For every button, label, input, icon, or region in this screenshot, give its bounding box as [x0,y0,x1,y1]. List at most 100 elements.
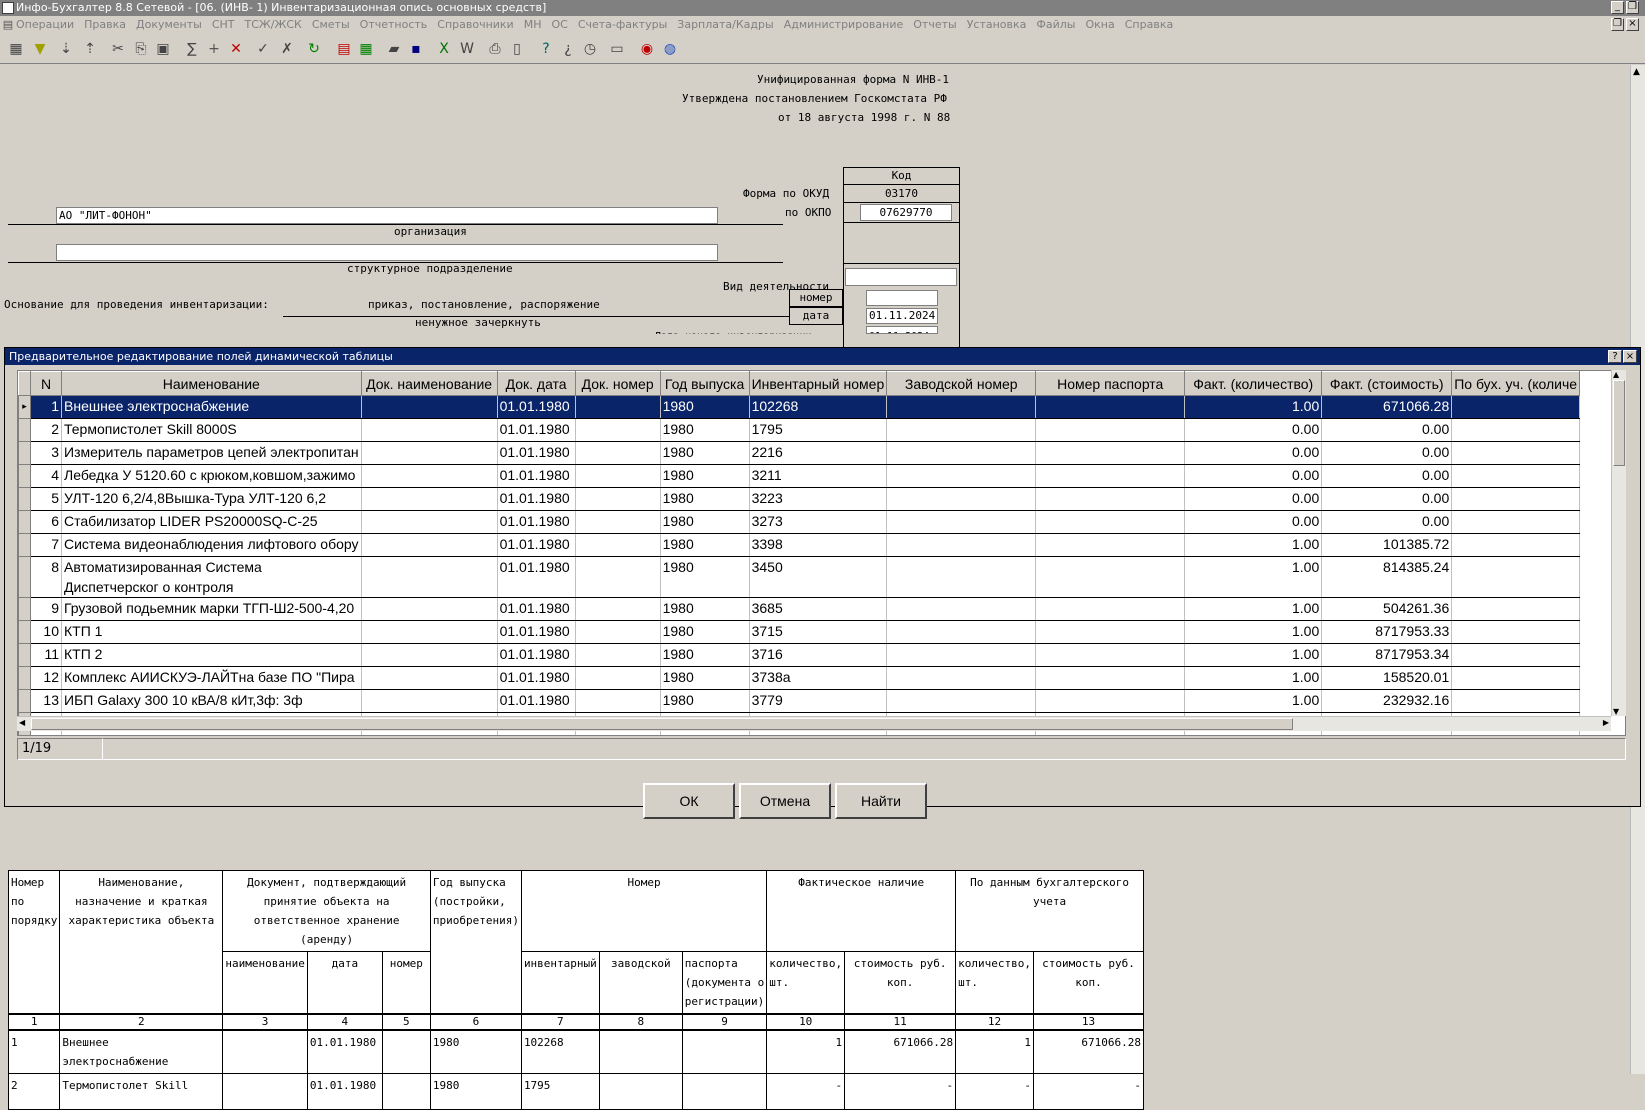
cell-factory[interactable] [886,487,1037,511]
cell-doc_date[interactable]: 01.01.1980 [497,487,576,511]
cell-doc_date[interactable]: 01.01.1980 [497,395,576,419]
menu-item-14[interactable]: Установка [967,16,1027,34]
excel-icon[interactable]: X [434,39,454,59]
cell-name[interactable]: ИБП Galaxy 300 10 кВА/8 кИт,3ф: 3ф [61,689,362,713]
cell-factory[interactable] [886,395,1037,419]
word-icon[interactable]: W [457,39,477,59]
cell-qty[interactable]: 1.00 [1184,689,1323,713]
paste-icon[interactable]: ▣ [153,39,173,59]
cell-passport[interactable] [1035,441,1186,465]
cell-doc_name[interactable] [361,418,498,442]
cell-acc[interactable] [1451,689,1581,713]
row-indicator[interactable] [18,441,31,465]
menu-item-4[interactable]: ТСЖ/ЖСК [245,16,302,34]
cell-doc_num[interactable] [575,556,661,598]
cell-year[interactable]: 1980 [660,597,750,621]
menu-item-17[interactable]: Справка [1125,16,1173,34]
row-indicator[interactable] [18,487,31,511]
cell-qty[interactable]: 1.00 [1184,620,1323,644]
cell-doc_date[interactable]: 01.01.1980 [497,418,576,442]
cell-n[interactable]: 5 [30,487,62,511]
cell-year[interactable]: 1980 [660,689,750,713]
mark-icon[interactable]: ✓ [253,39,273,59]
grid-row[interactable]: 4 Лебедка У 5120.60 с крюком,ковшом,зажим… [18,464,1581,488]
grid-scroll-left-icon[interactable]: ◀ [19,718,25,727]
cell-doc_name[interactable] [361,395,498,419]
close-button[interactable]: × [1623,350,1637,363]
menu-item-10[interactable]: Счета-фактуры [578,16,667,34]
cell-inv[interactable]: 102268 [749,395,888,419]
calculator-icon[interactable]: ▦ [356,39,376,59]
row-indicator[interactable] [18,464,31,488]
cell-doc_name[interactable] [361,533,498,557]
menu-item-7[interactable]: Справочники [437,16,513,34]
cell-doc_name[interactable] [361,597,498,621]
grid-row[interactable]: 9 Грузовой подьемник марки ТГП-Ш2-500-4,2… [18,597,1581,621]
ok-button[interactable]: ОК [643,783,735,819]
grid-scroll-down-icon[interactable]: ▼ [1613,707,1619,716]
grid-scroll-right-icon[interactable]: ▶ [1603,718,1609,727]
print-icon[interactable]: ⎙ [485,39,505,59]
cell-doc_num[interactable] [575,487,661,511]
cell-inv[interactable]: 3715 [749,620,888,644]
cell-cost[interactable]: 0.00 [1321,441,1453,465]
cell-factory[interactable] [886,464,1037,488]
cell-factory[interactable] [886,666,1037,690]
cell-inv[interactable]: 3738а [749,666,888,690]
cell-cost[interactable]: 158520.01 [1321,666,1453,690]
okpo-field[interactable]: 07629770 [860,204,952,221]
cell-doc_num[interactable] [575,643,661,667]
start-date-field[interactable]: 01.11.2024 [866,326,938,334]
cell-n[interactable]: 2 [30,418,62,442]
cell-year[interactable]: 1980 [660,620,750,644]
clock-icon[interactable]: ◷ [580,39,600,59]
menu-item-2[interactable]: Документы [136,16,202,34]
menu-item-12[interactable]: Администрирование [784,16,904,34]
row-indicator[interactable] [18,620,31,644]
cell-qty[interactable]: 0.00 [1184,441,1323,465]
cell-year[interactable]: 1980 [660,643,750,667]
cell-qty[interactable]: 1.00 [1184,556,1323,598]
column-header-2[interactable]: Док. наименование [360,371,498,396]
cell-passport[interactable] [1035,643,1186,667]
cell-inv[interactable]: 2216 [749,441,888,465]
grid-row[interactable]: 13 ИБП Galaxy 300 10 кВА/8 кИт,3ф: 3ф 01.0… [18,689,1581,713]
grid-row[interactable]: ▸ 1 Внешнее электроснабжение 01.01.1980 1980… [18,395,1581,419]
copy-icon[interactable]: ⎘ [131,39,151,59]
cell-cost[interactable]: 0.00 [1321,510,1453,534]
scroll-up-icon[interactable]: ▲ [1633,67,1640,77]
sort-asc-icon[interactable]: ⇣ [56,39,76,59]
unmark-icon[interactable]: ✗ [277,39,297,59]
cell-doc_date[interactable]: 01.01.1980 [497,643,576,667]
menu-item-0[interactable]: Операции [16,16,74,34]
settings-icon[interactable]: ◉ [637,39,657,59]
whatis-icon[interactable]: ¿ [558,39,578,59]
open-folder-icon[interactable]: ▰ [384,39,404,59]
menu-item-6[interactable]: Отчетность [360,16,428,34]
cell-doc_num[interactable] [575,464,661,488]
cell-doc_num[interactable] [575,666,661,690]
cell-year[interactable]: 1980 [660,395,750,419]
cell-acc[interactable] [1451,418,1581,442]
find-button[interactable]: Найти [835,783,927,819]
number-field[interactable] [866,290,938,306]
cell-name[interactable]: Комплекс АИИСКУЭ-ЛАЙТна базе ПО "Пира [61,666,362,690]
cell-doc_date[interactable]: 01.01.1980 [497,556,576,598]
cell-passport[interactable] [1035,597,1186,621]
cell-acc[interactable] [1451,556,1581,598]
cell-factory[interactable] [886,510,1037,534]
print-form-icon[interactable]: ▭ [607,39,627,59]
column-header-7[interactable]: Заводской номер [886,371,1037,396]
activity-field[interactable] [845,268,957,286]
cell-doc_date[interactable]: 01.01.1980 [497,597,576,621]
cell-doc_num[interactable] [575,620,661,644]
cell-passport[interactable] [1035,464,1186,488]
doc-close-icon[interactable]: × [1626,18,1639,31]
cell-name[interactable]: Автоматизированная Система Диспетчерског… [61,556,362,598]
cell-qty[interactable]: 1.00 [1184,395,1323,419]
column-header-1[interactable]: Наименование [61,371,362,396]
column-header-9[interactable]: Факт. (количество) [1184,371,1323,396]
cell-year[interactable]: 1980 [660,487,750,511]
restore-icon[interactable]: ❐ [1626,1,1639,14]
row-indicator[interactable] [18,533,31,557]
